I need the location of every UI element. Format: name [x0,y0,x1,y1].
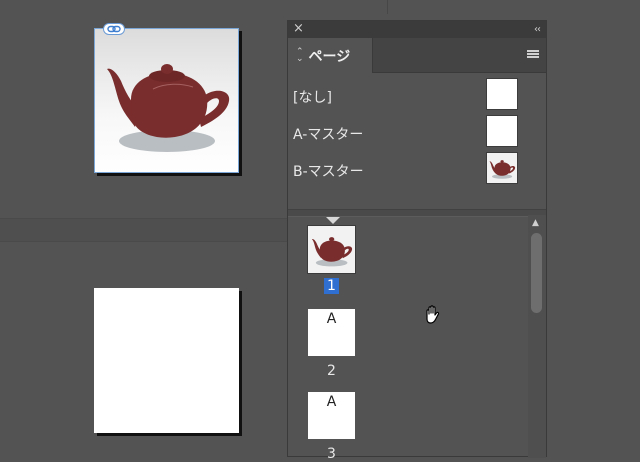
master-row-b[interactable]: B-マスター [288,152,534,188]
pages-scrollbar[interactable]: ▲ [528,215,546,458]
updown-arrows-icon: ⌃ ⌄ [296,46,304,64]
page-thumb-3[interactable]: A [308,392,355,439]
teapot-thumb-icon [487,153,517,183]
spread-divider [0,218,290,242]
scroll-thumb[interactable] [531,233,542,313]
panel-tab-strip: ⌃ ⌄ ページ [288,38,546,73]
master-label: B-マスター [293,164,364,180]
document-page-1[interactable] [94,28,239,173]
teapot-image [107,64,230,152]
master-row-a[interactable]: A-マスター [288,115,534,151]
document-page-2[interactable] [94,288,239,433]
spread-marker-icon [326,217,340,224]
page-thumb-1[interactable] [307,225,356,274]
guide-line [387,0,388,14]
hand-cursor-icon [426,305,440,324]
close-icon[interactable]: × [293,20,304,37]
teapot-image-frame[interactable] [95,29,238,172]
pages-panel[interactable]: × ‹‹ ⌃ ⌄ ページ [なし] A-マスター B-マスター 1 A 2 A … [287,20,547,462]
master-thumb-none[interactable] [486,78,518,110]
pages-list[interactable]: 1 A 2 A 3 [288,215,528,462]
page-number-label: 1 [324,278,339,294]
master-thumb-a[interactable] [486,115,518,147]
page-number-3[interactable]: 3 [308,446,355,462]
master-letter: A [326,311,337,327]
link-badge-icon[interactable] [103,23,125,35]
tab-pages[interactable]: ⌃ ⌄ ページ [288,38,373,73]
master-row-none[interactable]: [なし] [288,78,534,114]
panel-menu-icon[interactable] [527,50,539,59]
collapse-icon[interactable]: ‹‹ [534,21,541,38]
page-number-1[interactable]: 1 [308,278,355,294]
scroll-up-icon[interactable]: ▲ [532,218,539,228]
master-label: [なし] [293,90,332,106]
page-number-2[interactable]: 2 [308,363,355,379]
tab-pages-label: ページ [308,48,351,65]
teapot-thumb-icon [308,226,355,273]
page-thumb-2[interactable]: A [308,309,355,356]
panel-title-bar[interactable]: × ‹‹ [288,21,546,38]
master-label: A-マスター [293,127,364,143]
master-thumb-b[interactable] [486,152,518,184]
master-letter: A [326,394,337,410]
